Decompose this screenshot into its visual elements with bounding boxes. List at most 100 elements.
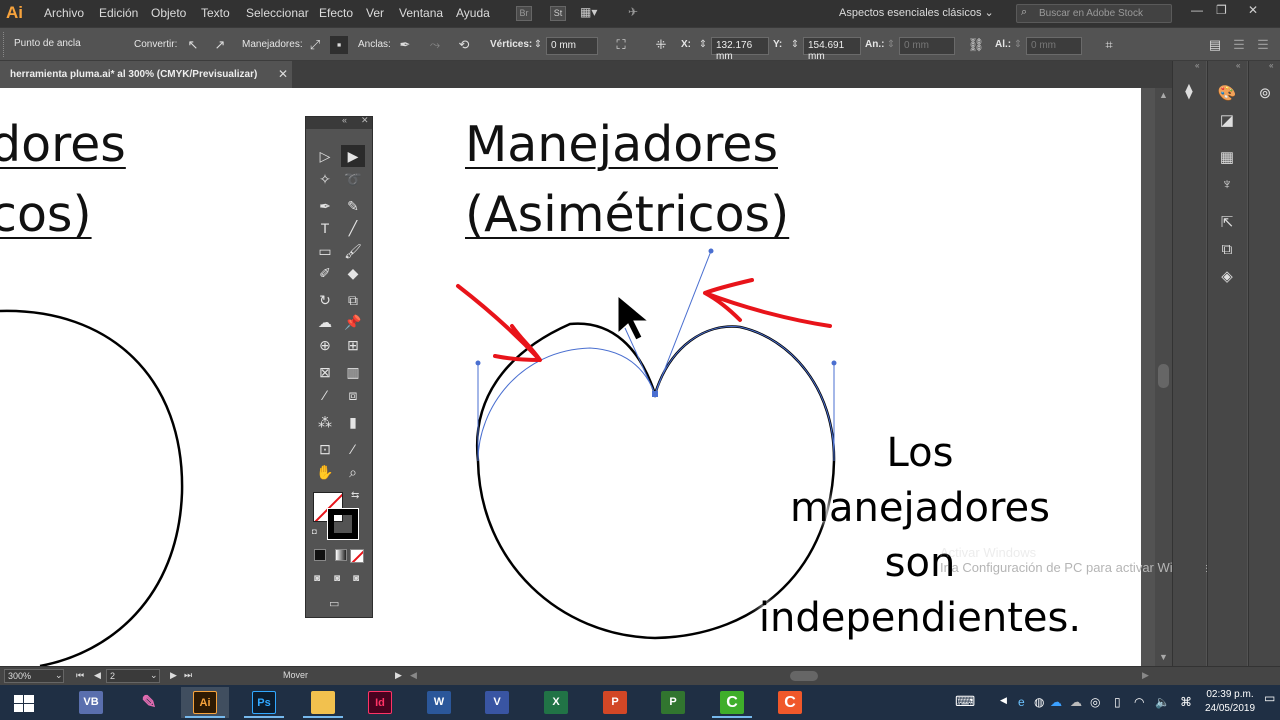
show-hidden-icons-icon[interactable]: ◀ (1000, 695, 1007, 706)
perspective-grid-tool-icon[interactable]: ⊞ (341, 334, 365, 356)
restore-icon[interactable]: ❐ (1216, 3, 1227, 17)
creative-cloud-icon[interactable]: ⊚ (1254, 83, 1276, 105)
swap-fill-stroke-icon[interactable]: ⇆ (351, 490, 359, 501)
taskbar-paint[interactable]: ✎ (125, 687, 173, 718)
notifications-icon[interactable]: ▭ (1264, 691, 1276, 713)
scroll-down-icon[interactable]: ▼ (1159, 652, 1168, 662)
zoom-select[interactable]: 300% ⌄ (4, 669, 64, 683)
menu-seleccionar[interactable]: Seleccionar (246, 6, 309, 21)
taskbar-project[interactable]: P (649, 687, 697, 718)
align-panel-icon[interactable]: ▤ (1206, 36, 1224, 54)
connect-anchor-icon[interactable]: ⤳ (426, 36, 444, 54)
taskbar-photoshop[interactable]: Ps (240, 687, 288, 718)
menu-efecto[interactable]: Efecto (319, 6, 353, 21)
stepper-icon[interactable]: ⇕ (789, 36, 801, 54)
system-clock[interactable]: 02:39 p.m. 24/05/2019 (1200, 688, 1260, 716)
vertices-field[interactable]: 0 mm (546, 37, 598, 55)
status-menu-icon[interactable]: ▶ (395, 670, 402, 681)
stock-search-field[interactable]: ⌕ Buscar en Adobe Stock (1016, 4, 1172, 23)
scrollbar-thumb[interactable] (1158, 364, 1169, 388)
eraser-tool-icon[interactable]: ◆ (341, 262, 365, 284)
stepper-icon[interactable]: ⇕ (1012, 36, 1024, 54)
color-guide-icon[interactable]: ◪ (1216, 110, 1238, 132)
hand-tool-icon[interactable]: ✋ (313, 461, 337, 483)
stepper-icon[interactable]: ⇕ (532, 36, 544, 54)
menu-ventana[interactable]: Ventana (399, 6, 443, 21)
rectangle-tool-icon[interactable]: ▭ (313, 240, 337, 262)
draw-inside-icon[interactable]: ◙ (353, 573, 359, 584)
gradient-mode-icon[interactable] (335, 549, 347, 561)
line-tool-icon[interactable]: ╱ (341, 217, 365, 239)
stepper-icon[interactable]: ⇕ (885, 36, 897, 54)
taskbar-indesign[interactable]: Id (356, 687, 404, 718)
scroll-left-icon[interactable]: ◀ (410, 670, 417, 681)
mesh-tool-icon[interactable]: ⊠ (313, 361, 337, 383)
first-artboard-icon[interactable]: ⏮ (76, 670, 84, 681)
constrain-proportions-icon[interactable]: ⛓ (967, 36, 985, 54)
collapse-icon[interactable]: « (1195, 61, 1199, 70)
collapse-icon[interactable]: « (342, 115, 347, 125)
battery-icon[interactable]: ▯ (1114, 695, 1121, 709)
artboards-icon[interactable]: ⧉ (1216, 239, 1238, 261)
curvature-tool-icon[interactable]: ✎ (341, 195, 365, 217)
disc-icon[interactable]: ◎ (1090, 695, 1100, 709)
reference-point-icon[interactable]: ⁜ (652, 36, 670, 54)
paintbrush-tool-icon[interactable]: 🖌 (341, 240, 365, 262)
taskbar-vb[interactable]: VB (67, 687, 115, 718)
convert-smooth-icon[interactable]: ↗ (211, 36, 229, 54)
warp-tool-icon[interactable]: ☁ (313, 311, 337, 333)
artboard-canvas[interactable]: dores cos) Manejadores (Asimétricos) Los… (0, 88, 1141, 666)
collapse-icon[interactable]: « (1269, 61, 1273, 70)
taskbar-word[interactable]: W (415, 687, 463, 718)
network-tray-icon[interactable]: ◍ (1034, 695, 1044, 709)
stepper-icon[interactable]: ⇕ (697, 36, 709, 54)
last-artboard-icon[interactable]: ⏭ (184, 670, 192, 681)
height-field[interactable]: 0 mm (1026, 37, 1082, 55)
wifi-icon[interactable]: ◠ (1134, 695, 1144, 709)
scale-tool-icon[interactable]: ⧉ (341, 289, 365, 311)
workspace-switcher[interactable]: Aspectos esenciales clásicos ⌄ (839, 6, 994, 19)
minimize-icon[interactable]: — (1191, 3, 1203, 17)
edge-icon[interactable]: e (1018, 695, 1025, 709)
magic-wand-tool-icon[interactable]: ✧ (313, 168, 337, 190)
x-field[interactable]: 132.176 mm (711, 37, 769, 62)
convert-corner-icon[interactable]: ↖ (184, 36, 202, 54)
menu-objeto[interactable]: Objeto (151, 6, 186, 21)
cloud-icon[interactable]: ☁ (1070, 695, 1082, 709)
scroll-right-icon[interactable]: ▶ (1142, 670, 1149, 681)
next-artboard-icon[interactable]: ▶ (170, 670, 177, 681)
symbol-sprayer-tool-icon[interactable]: ⁂ (313, 411, 337, 433)
swatches-icon[interactable]: ▦ (1216, 147, 1238, 169)
taskbar-camtasia[interactable]: C (766, 687, 814, 718)
taskbar-illustrator[interactable]: Ai (181, 687, 229, 718)
prev-artboard-icon[interactable]: ◀ (94, 670, 101, 681)
collapse-icon[interactable]: « (1236, 61, 1240, 70)
blend-tool-icon[interactable]: ⧈ (341, 384, 365, 406)
cc-libraries-icon[interactable]: ⧫ (1178, 81, 1200, 103)
taskbar-file-explorer[interactable] (299, 687, 347, 718)
menu-edicion[interactable]: Edición (99, 6, 138, 21)
artboard-tool-icon[interactable]: ⊡ (313, 438, 337, 460)
onedrive-icon[interactable]: ☁ (1050, 695, 1062, 709)
menu-lines-icon[interactable]: ☰ (1230, 36, 1248, 54)
document-tab[interactable]: herramienta pluma.ai* al 300% (CMYK/Prev… (0, 61, 292, 88)
layers-icon[interactable]: ◈ (1216, 266, 1238, 288)
taskbar-powerpoint[interactable]: P (591, 687, 639, 718)
windows-start-button[interactable] (0, 687, 48, 718)
pen-tool-icon[interactable]: ✒ (313, 195, 337, 217)
rotate-tool-icon[interactable]: ↻ (313, 289, 337, 311)
shape-builder-tool-icon[interactable]: ⊕ (313, 334, 337, 356)
zoom-tool-icon[interactable]: ⌕ (341, 461, 365, 483)
screen-mode-icon[interactable]: ▭ (329, 597, 339, 610)
grip-handle[interactable] (3, 32, 6, 57)
close-tab-icon[interactable]: ✕ (278, 67, 288, 81)
keyboard-icon[interactable]: ⌨ (955, 693, 975, 710)
lasso-tool-icon[interactable]: ➰ (341, 168, 365, 190)
menu-archivo[interactable]: Archivo (44, 6, 84, 21)
volume-icon[interactable]: 🔈 (1155, 695, 1170, 709)
scroll-up-icon[interactable]: ▲ (1159, 90, 1168, 100)
hide-handles-icon[interactable]: ▪ (330, 36, 348, 54)
taskbar-camtasia-recorder[interactable]: C (708, 687, 756, 718)
menu-texto[interactable]: Texto (201, 6, 230, 21)
puppet-warp-tool-icon[interactable]: 📌 (341, 311, 365, 333)
